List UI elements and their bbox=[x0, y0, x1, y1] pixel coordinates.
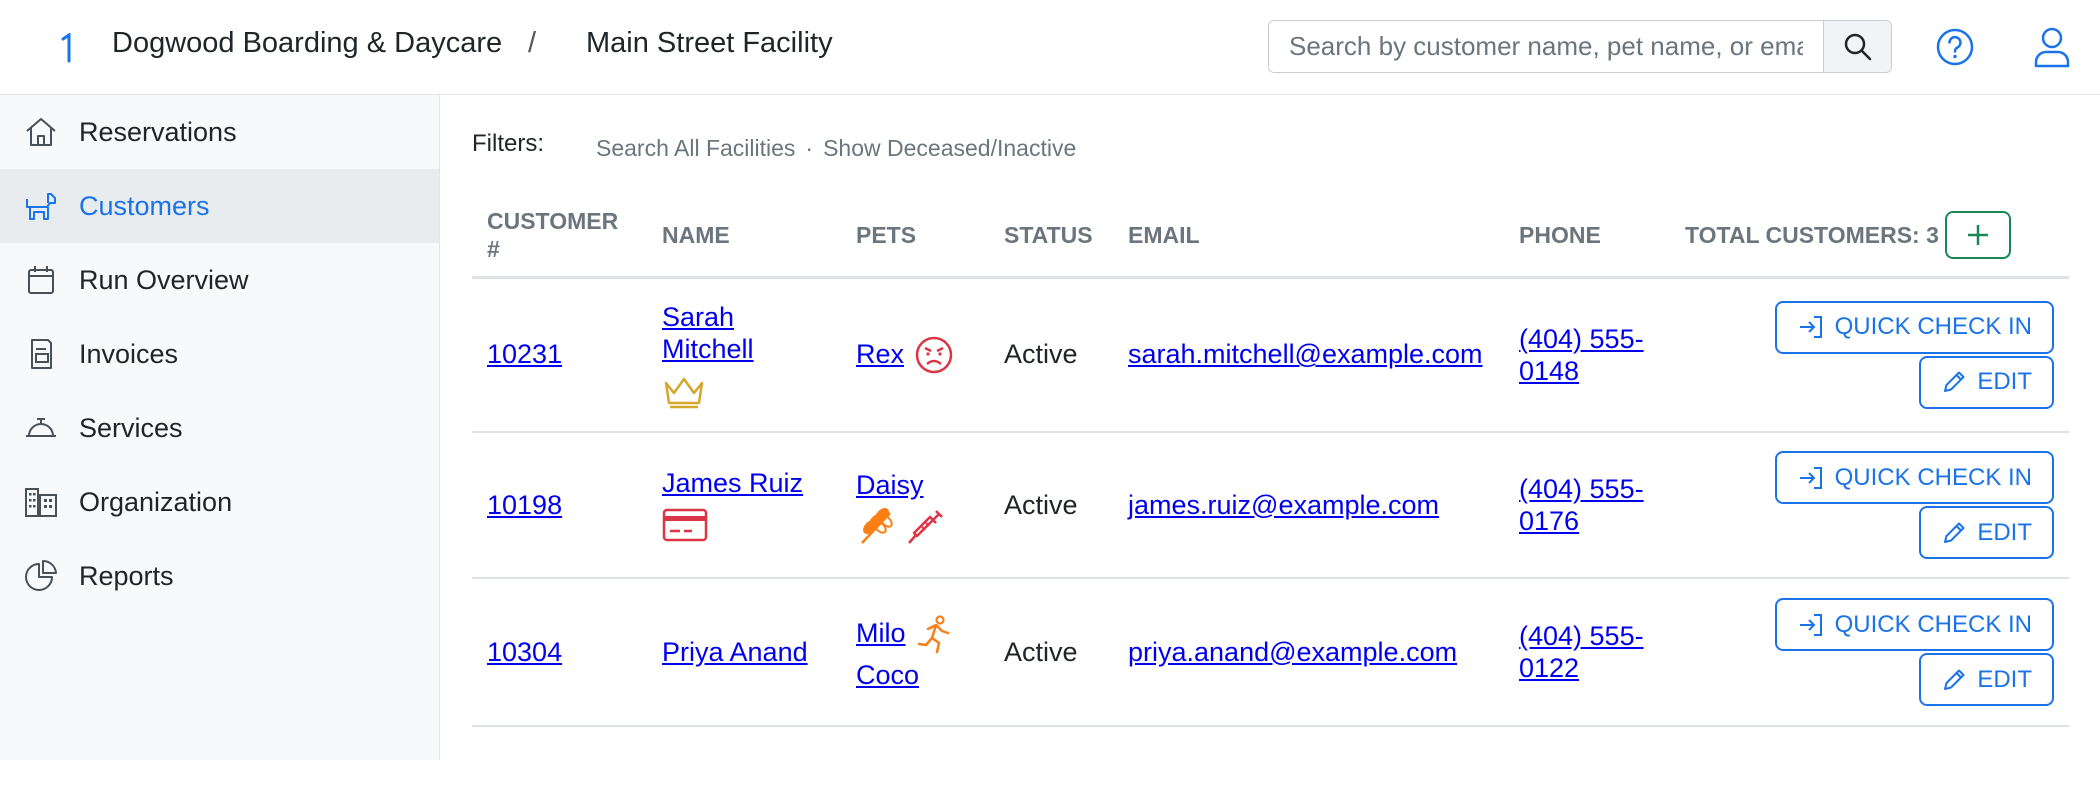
phone-link[interactable]: (404) 555-0122 bbox=[1519, 621, 1644, 683]
customers-table: CUSTOMER # NAME PETS STATUS EMAIL PHONE … bbox=[472, 195, 2069, 727]
sidebar-item-organization[interactable]: Organization bbox=[0, 465, 439, 539]
dog-icon bbox=[24, 189, 58, 223]
edit-label: EDIT bbox=[1977, 518, 2032, 546]
pet-name-link[interactable]: Milo bbox=[856, 618, 906, 649]
header-total-customers: TOTAL CUSTOMERS: 3 bbox=[1670, 195, 2069, 279]
sidebar: Reservations Customers Run Overview Invo… bbox=[0, 95, 440, 760]
pie-chart-icon bbox=[24, 559, 58, 593]
sidebar-item-label: Reports bbox=[79, 560, 174, 591]
wheat-icon bbox=[861, 507, 893, 544]
quick-check-in-button[interactable]: QUICK CHECK IN bbox=[1774, 300, 2054, 354]
table-row: 10231 Sarah Mitchell Rex Active sarah.mi… bbox=[472, 277, 2069, 433]
edit-button[interactable]: EDIT bbox=[1919, 355, 2054, 409]
filter-separator: · bbox=[805, 135, 814, 161]
quick-check-in-label: QUICK CHECK IN bbox=[1834, 463, 2032, 491]
customer-name-link[interactable]: Priya Anand bbox=[662, 637, 808, 667]
angry-face-icon bbox=[915, 336, 953, 373]
customer-number-link[interactable]: 10231 bbox=[487, 339, 562, 369]
header-customer-number[interactable]: CUSTOMER # bbox=[472, 195, 647, 279]
house-icon bbox=[24, 115, 58, 149]
customer-name-link[interactable]: Sarah Mitchell bbox=[662, 302, 754, 364]
calendar-icon bbox=[24, 263, 58, 297]
search-icon bbox=[1844, 33, 1871, 60]
sidebar-item-run-overview[interactable]: Run Overview bbox=[0, 243, 439, 317]
breadcrumb-separator: / bbox=[528, 27, 537, 59]
receipt-icon bbox=[24, 337, 58, 371]
sidebar-item-label: Reservations bbox=[79, 116, 237, 147]
sidebar-item-reports[interactable]: Reports bbox=[0, 539, 439, 613]
running-icon bbox=[917, 614, 949, 653]
phone-link[interactable]: (404) 555-0148 bbox=[1519, 324, 1644, 386]
email-link[interactable]: sarah.mitchell@example.com bbox=[1128, 339, 1483, 369]
pet-name-link[interactable]: Rex bbox=[856, 339, 904, 370]
sign-in-icon bbox=[1799, 466, 1822, 489]
pencil-icon bbox=[1944, 669, 1965, 690]
search-button[interactable] bbox=[1823, 21, 1891, 72]
header-name[interactable]: NAME bbox=[647, 195, 841, 279]
customer-name-link[interactable]: James Ruiz bbox=[662, 468, 803, 498]
bell-icon bbox=[24, 411, 58, 445]
sidebar-item-label: Invoices bbox=[79, 338, 179, 369]
credit-card-icon bbox=[662, 508, 708, 542]
edit-button[interactable]: EDIT bbox=[1919, 653, 2054, 706]
table-row: 10198 James Ruiz Daisy Active james.ruiz… bbox=[472, 432, 2069, 579]
email-link[interactable]: james.ruiz@example.com bbox=[1128, 490, 1439, 520]
status-text: Active bbox=[989, 432, 1113, 579]
header-email[interactable]: EMAIL bbox=[1113, 195, 1504, 279]
edit-button[interactable]: EDIT bbox=[1919, 506, 2054, 559]
filter-links: Search All Facilities · Show Deceased/Inac… bbox=[596, 135, 1076, 162]
pet-name-link[interactable]: Coco bbox=[856, 660, 919, 691]
sidebar-item-invoices[interactable]: Invoices bbox=[0, 317, 439, 391]
sidebar-item-services[interactable]: Services bbox=[0, 391, 439, 465]
crown-icon bbox=[664, 377, 704, 408]
edit-label: EDIT bbox=[1977, 665, 2032, 693]
help-icon[interactable] bbox=[1935, 27, 1975, 67]
phone-link[interactable]: (404) 555-0176 bbox=[1519, 474, 1644, 536]
logo-icon bbox=[61, 33, 71, 63]
sidebar-item-customers[interactable]: Customers bbox=[0, 169, 439, 243]
breadcrumb-facility[interactable]: Main Street Facility bbox=[586, 27, 833, 60]
breadcrumb-org[interactable]: Dogwood Boarding & Daycare bbox=[112, 27, 502, 60]
search-bar bbox=[1268, 20, 1892, 73]
table-row: 10304 Priya Anand Milo Coco Active priya… bbox=[472, 578, 2069, 727]
sidebar-item-label: Organization bbox=[79, 486, 233, 517]
customer-number-link[interactable]: 10304 bbox=[487, 637, 562, 667]
filter-show-deceased-inactive[interactable]: Show Deceased/Inactive bbox=[823, 135, 1076, 161]
pencil-icon bbox=[1944, 371, 1965, 393]
quick-check-in-label: QUICK CHECK IN bbox=[1834, 610, 2032, 638]
sign-in-icon bbox=[1799, 613, 1822, 636]
table-header-row: CUSTOMER # NAME PETS STATUS EMAIL PHONE … bbox=[472, 195, 2069, 279]
filters-label: Filters: bbox=[472, 130, 544, 157]
sidebar-item-label: Customers bbox=[79, 190, 210, 221]
header-phone[interactable]: PHONE bbox=[1504, 195, 1670, 279]
sidebar-item-label: Services bbox=[79, 412, 183, 443]
header-pets: PETS bbox=[841, 195, 989, 279]
quick-check-in-button[interactable]: QUICK CHECK IN bbox=[1774, 451, 2054, 504]
user-icon[interactable] bbox=[2032, 26, 2072, 68]
add-customer-button[interactable] bbox=[1944, 211, 2011, 260]
quick-check-in-button[interactable]: QUICK CHECK IN bbox=[1774, 598, 2054, 651]
sign-in-icon bbox=[1799, 316, 1822, 339]
pencil-icon bbox=[1944, 522, 1965, 543]
status-text: Active bbox=[989, 578, 1113, 727]
sidebar-item-label: Run Overview bbox=[79, 264, 249, 295]
pet-name-link[interactable]: Daisy bbox=[856, 470, 924, 500]
edit-label: EDIT bbox=[1977, 368, 2032, 396]
plus-icon bbox=[1967, 225, 1988, 246]
building-icon bbox=[24, 485, 58, 519]
status-text: Active bbox=[989, 277, 1113, 433]
syringe-icon bbox=[908, 509, 943, 544]
filter-search-all-facilities[interactable]: Search All Facilities bbox=[596, 135, 795, 161]
top-header: Dogwood Boarding & Daycare / Main Street… bbox=[0, 0, 2100, 95]
email-link[interactable]: priya.anand@example.com bbox=[1128, 637, 1457, 667]
total-customers-count: TOTAL CUSTOMERS: 3 bbox=[1685, 222, 1939, 249]
search-input[interactable] bbox=[1269, 21, 1823, 72]
customer-number-link[interactable]: 10198 bbox=[487, 490, 562, 520]
quick-check-in-label: QUICK CHECK IN bbox=[1834, 313, 2032, 341]
sidebar-item-reservations[interactable]: Reservations bbox=[0, 95, 439, 169]
header-status[interactable]: STATUS bbox=[989, 195, 1113, 279]
